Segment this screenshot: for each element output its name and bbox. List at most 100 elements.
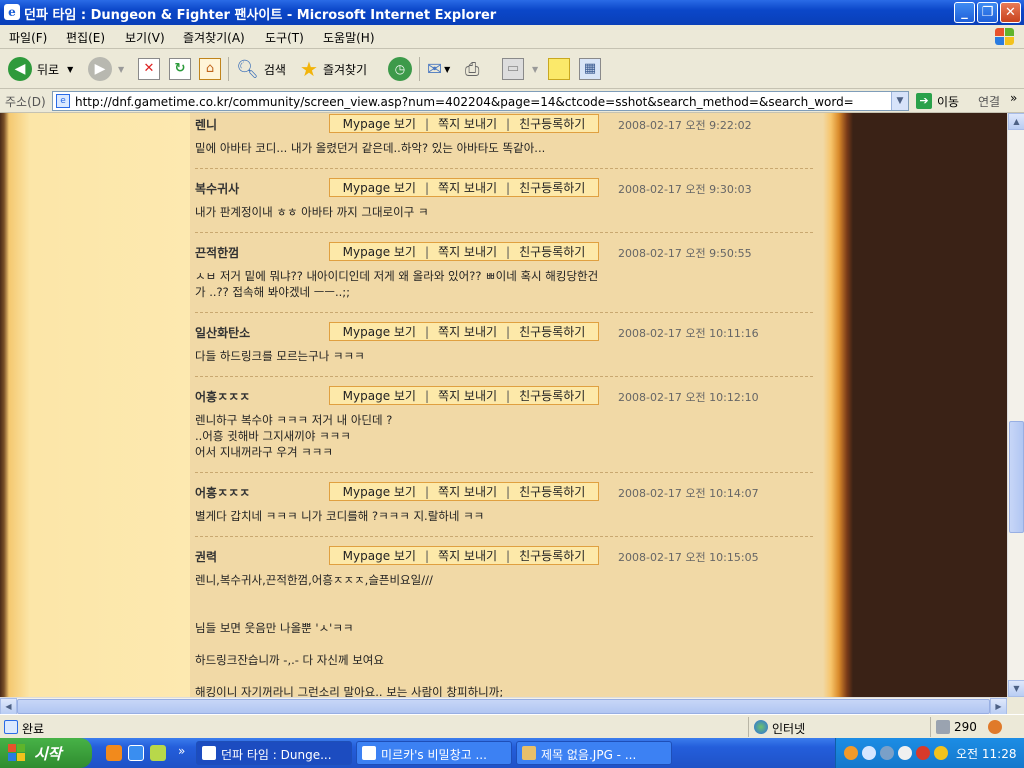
tray-network-icon[interactable]	[862, 746, 876, 760]
maximize-button[interactable]: ❐	[977, 2, 998, 23]
tray-security-icon[interactable]	[898, 746, 912, 760]
task-label: 던파 타임 : Dunge...	[221, 748, 332, 762]
task-button-ie[interactable]: 던파 타임 : Dunge...	[196, 741, 352, 765]
go-button[interactable]: ➔ 이동	[916, 91, 959, 111]
page-viewport[interactable]: 렌니 Mypage 보기 | 쪽지 보내기 | 친구등록하기 2008-02-17 …	[0, 113, 1007, 697]
status-text: 완료	[22, 722, 45, 736]
address-dropdown-icon[interactable]: ▼	[891, 92, 908, 110]
quicklaunch-more-icon[interactable]: »	[178, 744, 185, 758]
menu-favorites[interactable]: 즐겨찾기(A)	[183, 29, 245, 46]
comment-author[interactable]: 끈적한껌	[195, 244, 239, 261]
forward-button[interactable]: ▶ ▼	[88, 55, 124, 83]
scroll-up-button[interactable]: ▲	[1008, 113, 1024, 130]
add-friend-link[interactable]: 친구등록하기	[519, 115, 585, 132]
print-button[interactable]: ⎙	[465, 55, 479, 83]
start-button[interactable]: 시작	[0, 738, 92, 768]
vertical-scroll-thumb[interactable]	[1009, 421, 1024, 533]
comment-line: 어서 지내꺼라구 우겨 ㅋㅋㅋ	[195, 445, 333, 459]
mypage-link[interactable]: Mypage 보기	[343, 115, 416, 132]
tray-volume-icon[interactable]	[880, 746, 894, 760]
add-friend-link[interactable]: 친구등록하기	[519, 387, 585, 404]
research-button[interactable]: ▦	[579, 55, 601, 83]
mypage-link[interactable]: Mypage 보기	[343, 483, 416, 500]
action-separator: |	[506, 324, 511, 339]
scroll-right-button[interactable]: ▶	[990, 698, 1007, 715]
monkey-icon[interactable]	[988, 720, 1002, 734]
mail-dropdown-icon[interactable]: ▼	[444, 65, 450, 74]
add-friend-link[interactable]: 친구등록하기	[519, 483, 585, 500]
comment-author[interactable]: 어흥ㅈㅈㅈ	[195, 484, 250, 501]
search-button[interactable]: 🔍︎ 검색	[236, 55, 286, 83]
comment-author[interactable]: 복수귀사	[195, 180, 239, 197]
horizontal-scrollbar[interactable]: ◀ ▶	[0, 697, 1007, 715]
forward-dropdown-icon[interactable]: ▼	[118, 65, 124, 74]
comment-author[interactable]: 권력	[195, 548, 217, 565]
links-label[interactable]: 연결	[978, 93, 1000, 110]
mypage-link[interactable]: Mypage 보기	[343, 387, 416, 404]
menu-edit[interactable]: 편집(E)	[66, 29, 105, 46]
vertical-scrollbar[interactable]: ▲ ▼	[1007, 113, 1024, 697]
comment-line: 하드링크잔습니까 -,.- 다 자신께 보여요	[195, 653, 384, 667]
back-button[interactable]: ◀ 뒤로 ▼	[8, 55, 73, 83]
menu-tools[interactable]: 도구(T)	[265, 29, 304, 46]
close-button[interactable]: ✕	[1000, 2, 1021, 23]
send-message-link[interactable]: 쪽지 보내기	[438, 547, 497, 564]
ie-quicklaunch-icon[interactable]	[128, 745, 144, 761]
internet-zone: 인터넷	[772, 722, 806, 736]
search-icon: 🔍︎	[236, 58, 259, 80]
add-friend-link[interactable]: 친구등록하기	[519, 179, 585, 196]
tray-app-icon[interactable]	[844, 746, 858, 760]
back-dropdown-icon[interactable]: ▼	[67, 65, 73, 74]
menu-help[interactable]: 도움말(H)	[323, 29, 375, 46]
messenger-icon[interactable]	[150, 745, 166, 761]
go-arrow-icon: ➔	[916, 93, 932, 109]
send-message-link[interactable]: 쪽지 보내기	[438, 243, 497, 260]
task-button-blog[interactable]: 미르카's 비밀창고 ...	[356, 741, 512, 765]
horizontal-scroll-thumb[interactable]	[17, 699, 990, 714]
tray-update-icon[interactable]	[934, 746, 948, 760]
mypage-link[interactable]: Mypage 보기	[343, 243, 416, 260]
scroll-down-button[interactable]: ▼	[1008, 680, 1024, 697]
send-message-link[interactable]: 쪽지 보내기	[438, 179, 497, 196]
ie-task-icon	[202, 746, 216, 760]
links-more-icon[interactable]: »	[1010, 91, 1017, 105]
media-player-icon[interactable]	[106, 745, 122, 761]
history-button[interactable]: ◷	[388, 55, 412, 83]
comment-author[interactable]: 어흥ㅈㅈㅈ	[195, 388, 250, 405]
add-friend-link[interactable]: 친구등록하기	[519, 243, 585, 260]
refresh-button[interactable]: ↻	[169, 55, 191, 83]
comment-line: 다들 하드링크를 모르는구나 ㅋㅋㅋ	[195, 349, 365, 363]
edit-button[interactable]: ▭ ▼	[502, 55, 538, 83]
comment-body: 다들 하드링크를 모르는구나 ㅋㅋㅋ	[195, 348, 365, 364]
mail-button[interactable]: ✉ ▼	[427, 55, 450, 83]
comment-author[interactable]: 일산화탄소	[195, 324, 250, 341]
discuss-button[interactable]	[548, 55, 570, 83]
mypage-link[interactable]: Mypage 보기	[343, 179, 416, 196]
scroll-left-button[interactable]: ◀	[0, 698, 17, 715]
title-bar[interactable]: e 던파 타임 : Dungeon & Fighter 팬사이트 - Micro…	[0, 0, 1024, 25]
add-friend-link[interactable]: 친구등록하기	[519, 547, 585, 564]
mypage-link[interactable]: Mypage 보기	[343, 547, 416, 564]
add-friend-link[interactable]: 친구등록하기	[519, 323, 585, 340]
send-message-link[interactable]: 쪽지 보내기	[438, 323, 497, 340]
menu-view[interactable]: 보기(V)	[125, 29, 165, 46]
comment-body: 렌니하구 복수야 ㅋㅋㅋ 저거 내 아딘데 ? ..어흥 귓해바 그지새끼야 ㅋ…	[195, 412, 392, 460]
edit-dropdown-icon[interactable]: ▼	[532, 65, 538, 74]
tray-antivirus-icon[interactable]	[916, 746, 930, 760]
home-button[interactable]: ⌂	[199, 55, 221, 83]
stop-button[interactable]: ✕	[138, 55, 160, 83]
address-input[interactable]: e http://dnf.gametime.co.kr/community/sc…	[52, 91, 909, 111]
send-message-link[interactable]: 쪽지 보내기	[438, 387, 497, 404]
menu-file[interactable]: 파일(F)	[9, 29, 47, 46]
minimize-button[interactable]: _	[954, 2, 975, 23]
send-message-link[interactable]: 쪽지 보내기	[438, 483, 497, 500]
mypage-link[interactable]: Mypage 보기	[343, 323, 416, 340]
trash-icon	[936, 720, 950, 734]
go-label: 이동	[937, 94, 960, 109]
task-button-paint[interactable]: 제목 없음.JPG - ...	[516, 741, 672, 765]
favorites-button[interactable]: ★ 즐겨찾기	[300, 55, 367, 83]
comment-author[interactable]: 렌니	[195, 116, 217, 133]
stop-icon: ✕	[138, 58, 160, 80]
send-message-link[interactable]: 쪽지 보내기	[438, 115, 497, 132]
address-url[interactable]: http://dnf.gametime.co.kr/community/scre…	[75, 95, 854, 109]
